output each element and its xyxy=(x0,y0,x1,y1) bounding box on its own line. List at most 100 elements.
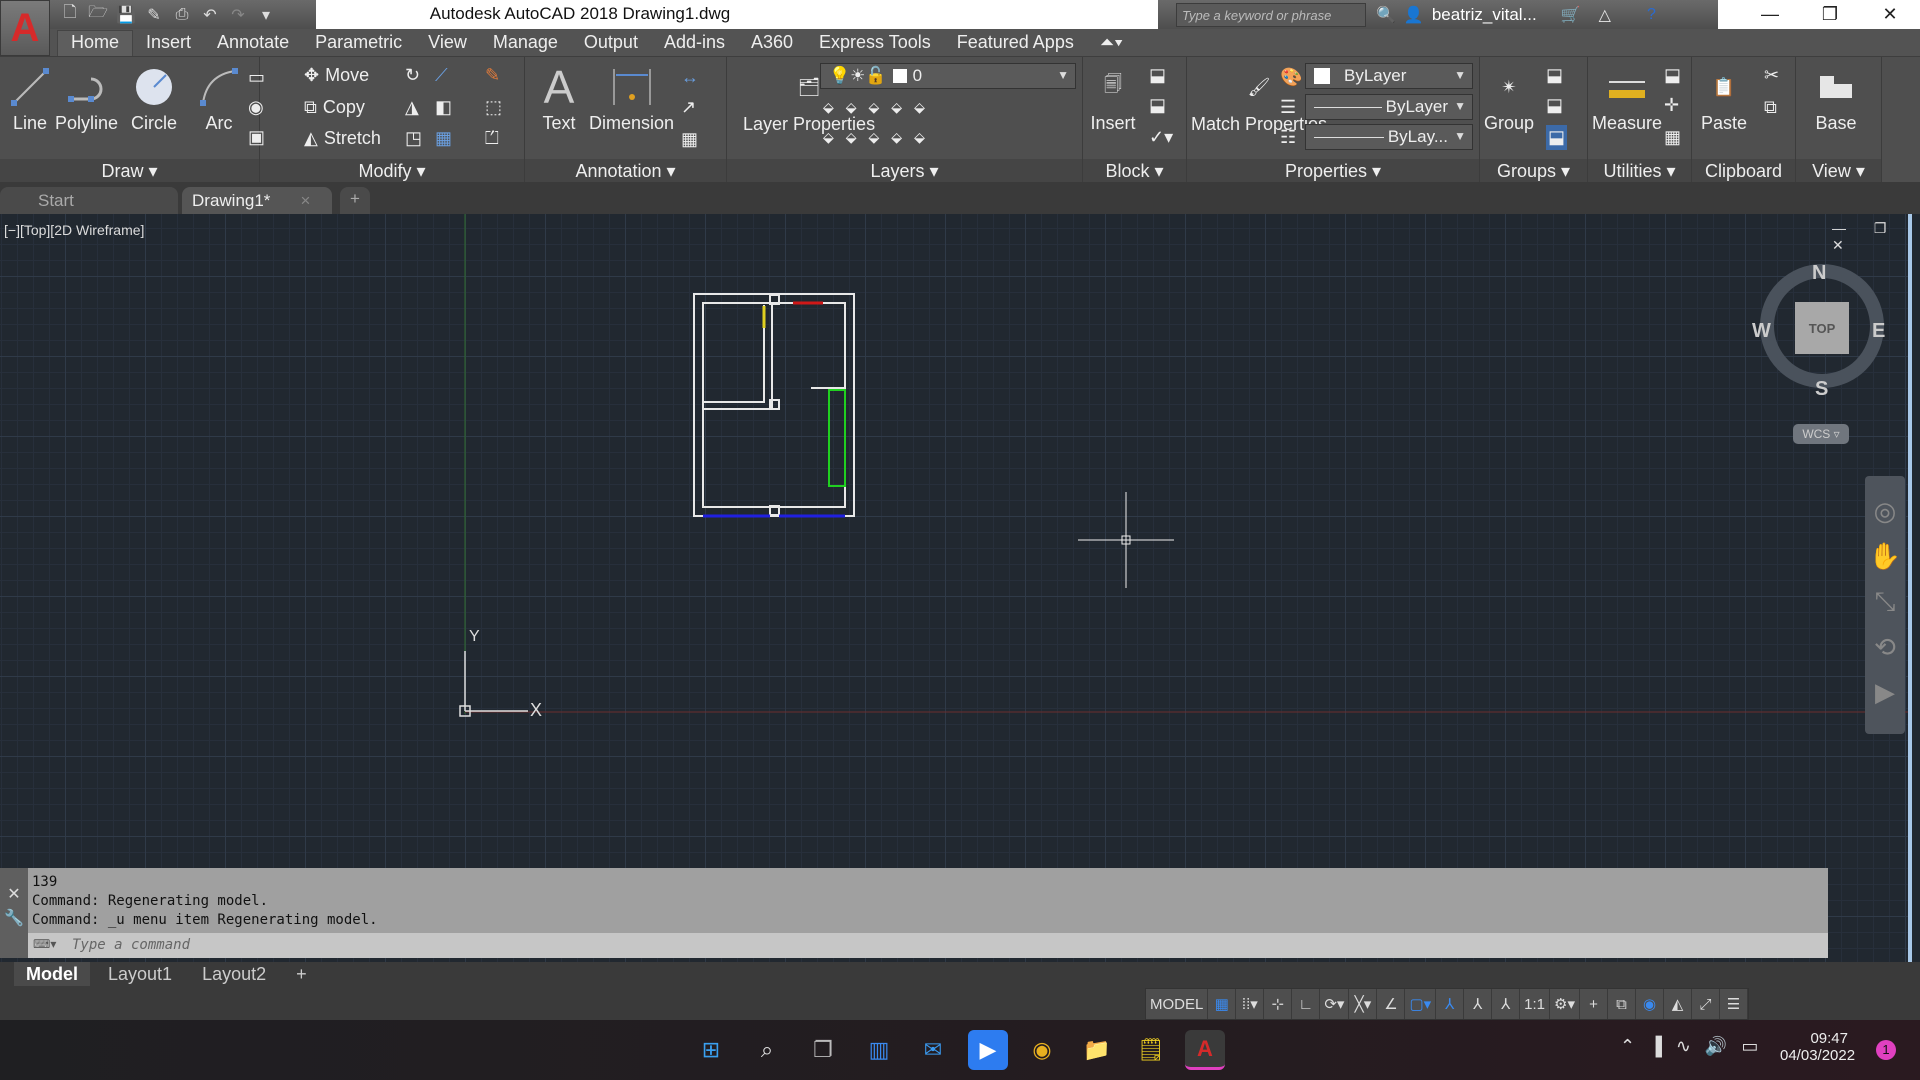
lineweight-dropdown[interactable]: ByLayer ▼ xyxy=(1305,94,1473,120)
open-icon[interactable]: 🗁 xyxy=(86,4,110,26)
offset-icon[interactable]: ⏍ xyxy=(485,128,499,149)
mail-icon[interactable]: ✉ xyxy=(913,1030,953,1070)
paste-button[interactable]: 📋 Paste xyxy=(1700,61,1748,134)
object-snap-tracking-icon[interactable]: ∠ xyxy=(1377,989,1406,1019)
isodraft-icon[interactable]: ╳▾ xyxy=(1349,989,1378,1019)
group-button[interactable]: ✴ Group xyxy=(1484,61,1534,134)
tab-express-tools[interactable]: Express Tools xyxy=(806,30,944,56)
infer-constraints-icon[interactable]: ⊹ xyxy=(1264,989,1293,1019)
calculator-icon[interactable]: ▦ xyxy=(1664,127,1681,148)
object-snap-icon[interactable]: ▢▾ xyxy=(1405,989,1437,1019)
insert-button[interactable]: 🗐 Insert xyxy=(1089,61,1137,134)
draw-panel-label[interactable]: Draw ▾ xyxy=(0,159,259,183)
measure-button[interactable]: Measure xyxy=(1592,61,1662,134)
create-block-icon[interactable]: ⬓ xyxy=(1149,65,1166,86)
autoscale-icon[interactable]: ⅄ xyxy=(1464,989,1493,1019)
tab-insert[interactable]: Insert xyxy=(133,30,204,56)
new-icon[interactable]: 🗋 xyxy=(58,4,82,26)
notification-badge[interactable]: 1 xyxy=(1876,1040,1896,1060)
text-button[interactable]: A Text xyxy=(535,61,583,134)
grid-icon[interactable]: ▦ xyxy=(1208,989,1237,1019)
drawing-viewport[interactable]: [−][Top][2D Wireframe] — ❐ ✕ Y X TOP N S… xyxy=(0,214,1912,967)
annotation-scale-icon[interactable]: ⅄ xyxy=(1492,989,1521,1019)
point-icon[interactable]: ✛ xyxy=(1664,95,1679,116)
user-menu[interactable]: beatriz_vital... xyxy=(1432,5,1537,25)
a360-icon[interactable]: △ xyxy=(1599,5,1611,25)
tab-drawing1[interactable]: Drawing1* × xyxy=(182,187,332,214)
trim-icon[interactable]: ⟋ xyxy=(435,65,448,86)
annotation-monitor-icon[interactable]: + xyxy=(1580,989,1608,1019)
pan-icon[interactable]: ✋ xyxy=(1869,541,1901,572)
undo-icon[interactable]: ↶ xyxy=(198,4,222,26)
compass-south[interactable]: S xyxy=(1815,378,1828,401)
scale-dropdown[interactable]: 1:1 xyxy=(1520,989,1551,1019)
tab-home[interactable]: Home xyxy=(57,30,134,56)
command-prompt-icon[interactable]: ⌨▾ xyxy=(33,937,56,951)
groups-panel-label[interactable]: Groups ▾ xyxy=(1480,159,1587,183)
search-icon[interactable]: ⌕ xyxy=(747,1030,787,1070)
tab-layout1[interactable]: Layout1 xyxy=(96,962,184,986)
tab-output[interactable]: Output xyxy=(571,30,651,56)
save-icon[interactable]: 💾 xyxy=(114,4,138,26)
compass-west[interactable]: W xyxy=(1752,320,1771,343)
showmotion-icon[interactable]: ▶ xyxy=(1875,677,1895,708)
steeringwheel-icon[interactable]: ◎ xyxy=(1874,496,1897,527)
command-line-handle[interactable]: ✕ 🔧 xyxy=(0,868,28,958)
restore-button[interactable]: ❐ xyxy=(1800,0,1860,29)
move-button[interactable]: ✥ Move xyxy=(304,65,369,86)
layer-dropdown[interactable]: 💡☀🔓 0 ▼ xyxy=(820,63,1076,89)
compass-east[interactable]: E xyxy=(1872,320,1885,343)
dimension-button[interactable]: Dimension xyxy=(589,61,674,134)
edit-block-icon[interactable]: ⬓ xyxy=(1149,95,1166,116)
tab-layout2[interactable]: Layout2 xyxy=(190,962,278,986)
close-button[interactable]: ✕ xyxy=(1860,0,1920,29)
add-layout-button[interactable]: + xyxy=(284,962,319,986)
block-attributes-icon[interactable]: ✓▾ xyxy=(1149,127,1173,148)
color-dropdown[interactable]: ByLayer ▼ xyxy=(1305,63,1473,89)
customize-icon[interactable]: ▾ xyxy=(254,4,278,26)
leader-icon[interactable]: ↗ xyxy=(681,97,696,118)
clipboard-panel-label[interactable]: Clipboard xyxy=(1692,159,1795,183)
properties-panel-label[interactable]: Properties ▾ xyxy=(1187,159,1479,183)
viewcube-top-face[interactable]: TOP xyxy=(1795,302,1849,354)
search-input[interactable]: Type a keyword or phrase xyxy=(1176,2,1366,27)
isolate-objects-icon[interactable]: ⧉ xyxy=(1608,989,1636,1019)
tab-manage[interactable]: Manage xyxy=(480,30,571,56)
layer-tools-row1-icon[interactable]: ⬙⬙⬙⬙⬙ xyxy=(823,99,937,116)
group-selection-icon[interactable]: ⬓ xyxy=(1546,125,1568,150)
circle-button[interactable]: Circle xyxy=(130,61,178,134)
ribbon-minimize-icon[interactable]: ⏶▾ xyxy=(1087,30,1136,56)
explode-icon[interactable]: ⬚ xyxy=(485,97,502,118)
polyline-button[interactable]: Polyline xyxy=(55,61,118,134)
view-panel-label[interactable]: View ▾ xyxy=(1796,159,1881,183)
close-command-icon[interactable]: ✕ xyxy=(0,884,28,904)
ungroup-icon[interactable]: ⬓ xyxy=(1546,65,1563,86)
utilities-panel-label[interactable]: Utilities ▾ xyxy=(1588,159,1691,183)
mirror-icon[interactable]: ◮ xyxy=(405,97,419,118)
scrollbar[interactable] xyxy=(1908,214,1912,967)
zoom-app-icon[interactable]: ▶ xyxy=(968,1030,1008,1070)
fillet-icon[interactable]: ◧ xyxy=(435,97,452,118)
group-edit-icon[interactable]: ⬓ xyxy=(1546,95,1563,116)
system-tray-icons[interactable]: ⌃▐∿🔊▭ xyxy=(1620,1036,1772,1057)
quick-select-icon[interactable]: ⬓ xyxy=(1664,65,1681,86)
model-space-button[interactable]: MODEL xyxy=(1146,989,1209,1019)
autocad-taskbar-icon[interactable]: A xyxy=(1185,1030,1225,1070)
sticky-notes-icon[interactable]: 🗒 xyxy=(1131,1030,1171,1070)
customize-command-icon[interactable]: 🔧 xyxy=(0,908,28,928)
cut-icon[interactable]: ✂ xyxy=(1764,65,1779,86)
clean-screen-icon[interactable]: ⤢ xyxy=(1692,989,1720,1019)
widgets-icon[interactable]: ▥ xyxy=(859,1030,899,1070)
array-icon[interactable]: ▦ xyxy=(435,128,452,149)
minimize-button[interactable]: — xyxy=(1740,0,1800,29)
rotate-icon[interactable]: ↻ xyxy=(405,65,420,86)
stretch-button[interactable]: ◭ Stretch xyxy=(304,128,381,149)
saveas-icon[interactable]: ✎ xyxy=(142,4,166,26)
help-icon[interactable]: ? xyxy=(1647,6,1656,24)
customize-menu-icon[interactable]: ☰ xyxy=(1720,989,1748,1019)
linetype-dropdown[interactable]: ByLay... ▼ xyxy=(1305,124,1473,150)
erase-icon[interactable]: ✎ xyxy=(485,65,500,86)
layer-tools-row2-icon[interactable]: ⬙⬙⬙⬙⬙ xyxy=(823,129,937,146)
hardware-acceleration-icon[interactable]: ◉ xyxy=(1636,989,1664,1019)
performance-icon[interactable]: ◭ xyxy=(1664,989,1692,1019)
